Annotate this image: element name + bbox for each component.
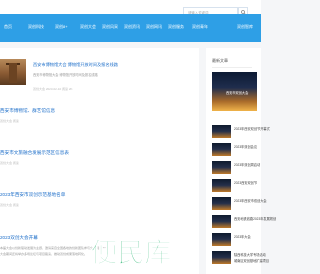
sidebar-thumb[interactable] bbox=[212, 251, 231, 264]
article-title[interactable]: 西安市博物馆、群艺馆信息 bbox=[0, 108, 55, 114]
article-excerpt: 本届大会以创新驱动发展为主题，邀请来自全国各地的创新团队参与交流展示活动。 bbox=[0, 246, 112, 250]
nav-item-9[interactable]: 双创智库 bbox=[237, 24, 253, 30]
featured-title[interactable]: 西安市博物馆大会 博物馆开放时间及报名线路 bbox=[33, 62, 118, 68]
sidebar-thumb[interactable] bbox=[212, 197, 231, 210]
nav-item-1[interactable]: 双创科技 bbox=[28, 24, 44, 30]
sidebar-thumb[interactable] bbox=[212, 143, 231, 156]
sidebar-item[interactable]: 陕西科技大学专场活动 bbox=[234, 253, 266, 257]
featured-subtitle: 西安市博物馆大会 博物馆开放时间及报名线路 bbox=[33, 73, 98, 77]
sidebar-feature-image[interactable]: 西安市双创大会 bbox=[212, 72, 257, 111]
sidebar-thumb[interactable] bbox=[212, 161, 231, 174]
featured-meta: 双创大会 2023-02-10 阅读 2K bbox=[33, 87, 73, 91]
article-meta: 双创大会 阅读 bbox=[0, 203, 19, 207]
article-title[interactable]: 2023双创大会开幕 bbox=[0, 235, 38, 241]
sidebar-item[interactable]: 2023年西安市双创大会 bbox=[234, 199, 267, 203]
sidebar-thumb[interactable] bbox=[212, 215, 231, 228]
nav-item-3[interactable]: 双创大会 bbox=[80, 24, 96, 30]
sidebar-item[interactable]: 西安地铁线路2023年发展规划 bbox=[234, 217, 276, 221]
nav-item-4[interactable]: 双创风采 bbox=[102, 24, 118, 30]
sidebar-divider bbox=[212, 67, 252, 68]
sidebar-item[interactable]: 2023西安双创节 bbox=[234, 181, 257, 185]
article-title[interactable]: 西安市文旅融合发展示范区信息表 bbox=[0, 150, 69, 156]
sidebar-thumb[interactable] bbox=[212, 179, 231, 192]
featured-thumbnail[interactable] bbox=[0, 59, 26, 85]
sidebar-thumb[interactable] bbox=[212, 125, 231, 138]
article-title[interactable]: 2023年西安市双创示范基地名单 bbox=[0, 192, 65, 198]
sidebar-item[interactable]: 2023年双创会议 bbox=[234, 145, 257, 149]
article-meta: 双创大会 阅读 bbox=[0, 161, 19, 165]
sidebar-item[interactable]: 2023年西安双创节开幕式 bbox=[234, 127, 270, 131]
nav-item-2[interactable]: 双创8+ bbox=[55, 24, 68, 30]
sidebar-title: 最新文章 bbox=[212, 58, 228, 63]
nav-item-8[interactable]: 双创青年 bbox=[192, 24, 208, 30]
article-meta: 双创大会 阅读 bbox=[0, 119, 19, 123]
sidebar-item[interactable]: 2023年双创周启动 bbox=[234, 163, 260, 167]
sidebar-item[interactable]: 城南区双创基地扩建项目 bbox=[234, 259, 269, 263]
nav-item-home[interactable]: 首页 bbox=[4, 24, 12, 30]
sidebar-feature-caption: 西安市双创大会 bbox=[226, 91, 249, 95]
nav-item-5[interactable]: 双创资讯 bbox=[124, 24, 140, 30]
sidebar-item[interactable]: 2023年大会 bbox=[234, 235, 251, 239]
nav-item-7[interactable]: 双创服务 bbox=[168, 24, 184, 30]
nav-item-6[interactable]: 双创网讯 bbox=[146, 24, 162, 30]
sidebar-thumb[interactable] bbox=[212, 233, 231, 246]
main-nav: 首页 双创科技 双创8+ 双创大会 双创风采 双创资讯 双创网讯 双创服务 双创… bbox=[0, 14, 261, 42]
article-excerpt: 大会期间还将举办多场论坛与项目路演，推动双创成果落地转化。 bbox=[0, 252, 88, 256]
